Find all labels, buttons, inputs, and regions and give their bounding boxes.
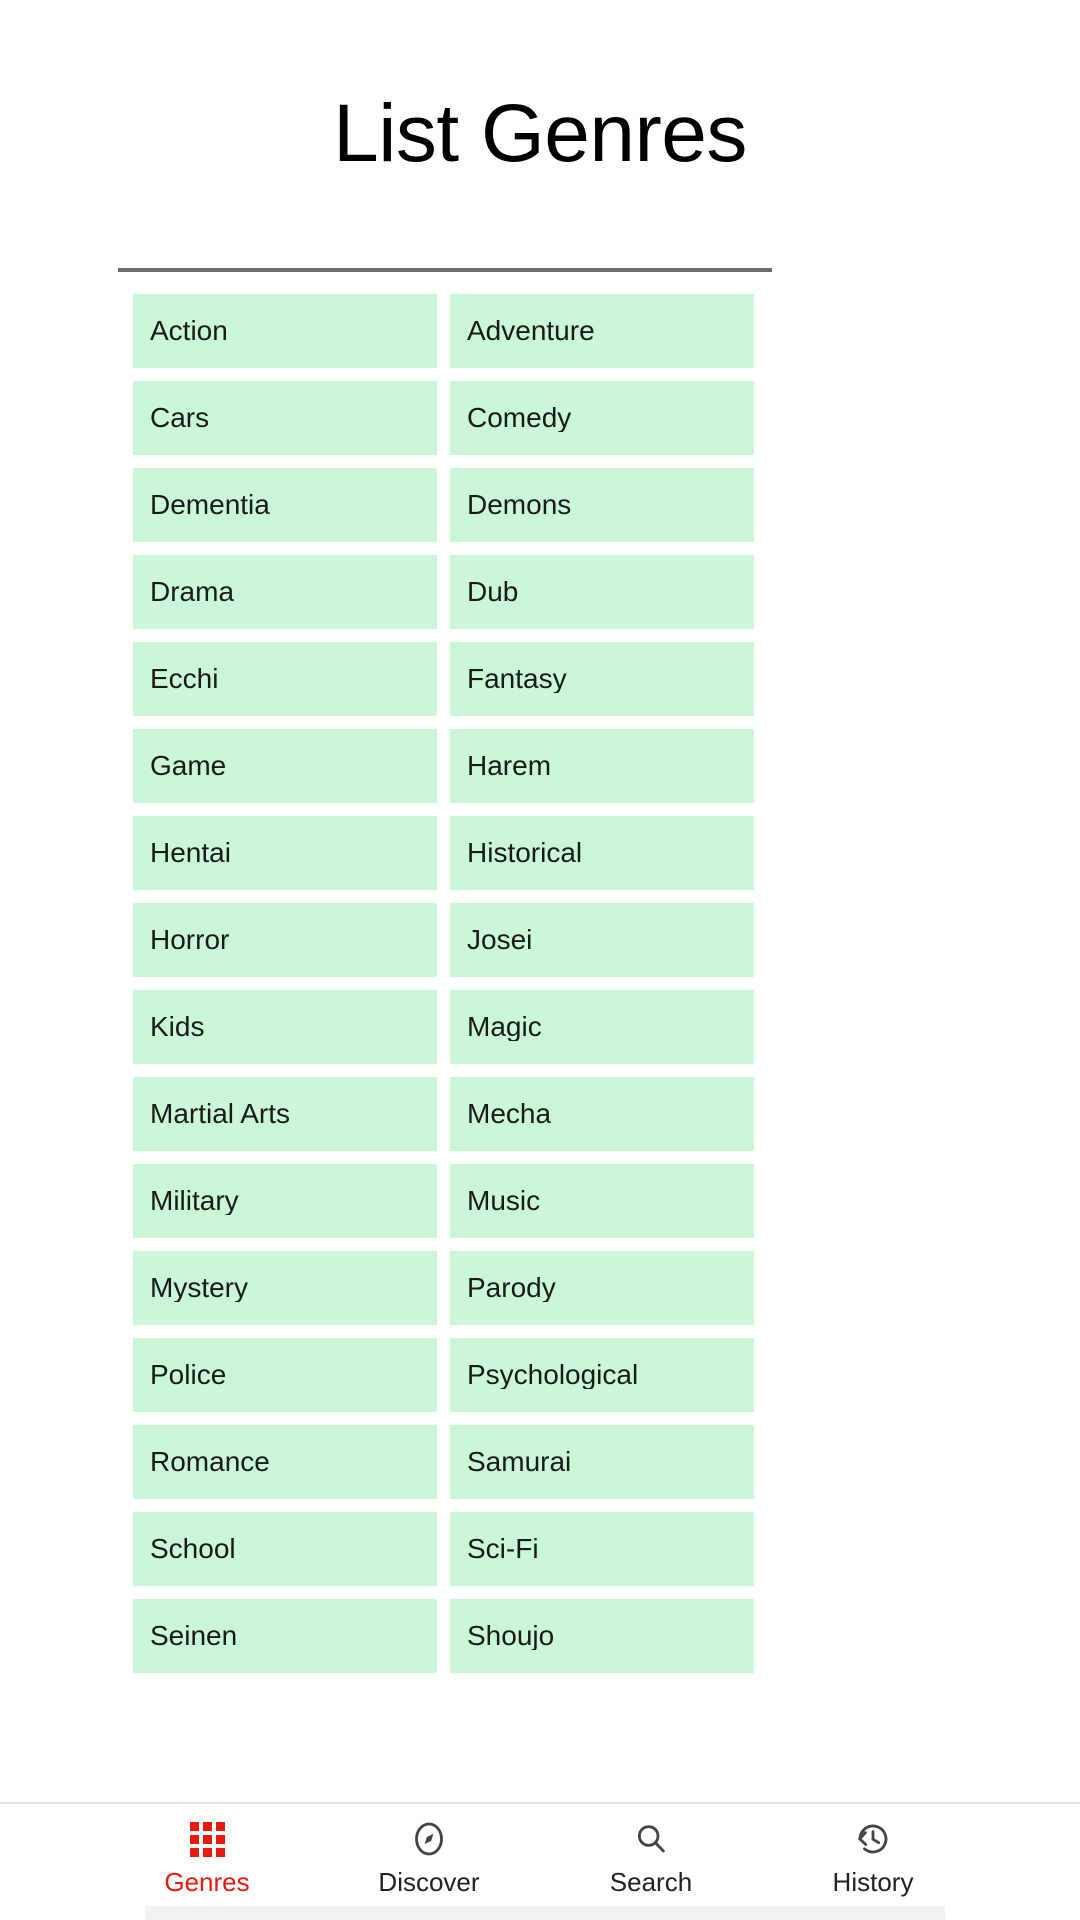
genre-chip-label: Action bbox=[150, 317, 228, 345]
genre-chip-label: Martial Arts bbox=[150, 1100, 291, 1128]
genre-chip[interactable]: Mystery bbox=[133, 1251, 437, 1325]
genre-chip-label: Drama bbox=[150, 578, 235, 606]
genre-chip-label: Music bbox=[467, 1187, 541, 1215]
genre-chip[interactable]: Action bbox=[133, 294, 437, 368]
genre-chip-label: Game bbox=[150, 752, 227, 780]
nav-item-genres[interactable]: Genres bbox=[96, 1804, 318, 1895]
genre-chip[interactable]: Police bbox=[133, 1338, 437, 1412]
genre-chip-label: Romance bbox=[150, 1448, 270, 1476]
genre-chip-label: Mecha bbox=[467, 1100, 552, 1128]
app-root: List Genres Action Adventure Cars Comedy Dem… bbox=[0, 0, 1080, 1920]
genre-chip-label: Adventure bbox=[467, 317, 595, 345]
header: List Genres bbox=[0, 0, 1080, 268]
genre-chip[interactable]: Mecha bbox=[450, 1077, 754, 1151]
genre-chip[interactable]: Drama bbox=[133, 555, 437, 629]
genre-chip[interactable]: Horror bbox=[133, 903, 437, 977]
grid-icon bbox=[186, 1818, 228, 1860]
genre-chip[interactable]: Ecchi bbox=[133, 642, 437, 716]
genre-chip[interactable]: Psychological bbox=[450, 1338, 754, 1412]
genre-chip-label: Psychological bbox=[467, 1361, 639, 1389]
genre-chip[interactable]: School bbox=[133, 1512, 437, 1586]
genre-chip-label: Josei bbox=[467, 926, 533, 954]
genre-chip[interactable]: Magic bbox=[450, 990, 754, 1064]
genre-chip[interactable]: Dementia bbox=[133, 468, 437, 542]
genre-chip-label: Horror bbox=[150, 926, 230, 954]
nav-item-label: Genres bbox=[164, 1867, 250, 1897]
genre-chip-label: Dementia bbox=[150, 491, 270, 519]
genre-grid: Action Adventure Cars Comedy Dementia Demons D… bbox=[0, 294, 1080, 1673]
genre-chip-label: Harem bbox=[467, 752, 552, 780]
genre-chip[interactable]: Shoujo bbox=[450, 1599, 754, 1673]
genre-chip[interactable]: Fantasy bbox=[450, 642, 754, 716]
nav-item-label: History bbox=[832, 1867, 914, 1897]
page-title: List Genres bbox=[333, 88, 747, 179]
genre-chip[interactable]: Demons bbox=[450, 468, 754, 542]
genre-chip[interactable]: Comedy bbox=[450, 381, 754, 455]
genre-chip-label: Historical bbox=[467, 839, 583, 867]
history-icon bbox=[852, 1818, 894, 1860]
genre-chip-label: Fantasy bbox=[467, 665, 567, 693]
genre-chip-label: School bbox=[150, 1535, 236, 1563]
genre-chip-label: Sci-Fi bbox=[467, 1535, 539, 1563]
genre-chip[interactable]: Military bbox=[133, 1164, 437, 1238]
genre-chip-label: Ecchi bbox=[150, 665, 219, 693]
nav-item-label: Discover bbox=[378, 1867, 480, 1897]
nav-item-label: Search bbox=[609, 1867, 693, 1897]
genre-chip-label: Demons bbox=[467, 491, 572, 519]
genre-chip-label: Military bbox=[150, 1187, 239, 1215]
nav-item-history[interactable]: History bbox=[762, 1804, 984, 1895]
genre-chip[interactable]: Harem bbox=[450, 729, 754, 803]
genre-chip[interactable]: Hentai bbox=[133, 816, 437, 890]
genre-chip-label: Seinen bbox=[150, 1622, 238, 1650]
bottom-navigation-bar: Genres Discover Search History bbox=[0, 1802, 1080, 1920]
genre-chip[interactable]: Seinen bbox=[133, 1599, 437, 1673]
genre-chip[interactable]: Samurai bbox=[450, 1425, 754, 1499]
genre-chip[interactable]: Sci-Fi bbox=[450, 1512, 754, 1586]
genre-chip-label: Mystery bbox=[150, 1274, 248, 1302]
nav-item-search[interactable]: Search bbox=[540, 1804, 762, 1895]
genre-chip-label: Dub bbox=[467, 578, 519, 606]
genre-chip[interactable]: Martial Arts bbox=[133, 1077, 437, 1151]
genre-chip-label: Kids bbox=[150, 1013, 205, 1041]
genre-chip[interactable]: Kids bbox=[133, 990, 437, 1064]
genre-chip-label: Comedy bbox=[467, 404, 572, 432]
genre-chip-label: Samurai bbox=[467, 1448, 572, 1476]
system-navigation-strip bbox=[145, 1906, 945, 1920]
genre-chip-label: Parody bbox=[467, 1274, 556, 1302]
genre-chip[interactable]: Dub bbox=[450, 555, 754, 629]
genre-chip[interactable]: Adventure bbox=[450, 294, 754, 368]
genre-chip[interactable]: Cars bbox=[133, 381, 437, 455]
genre-list-scroll[interactable]: Action Adventure Cars Comedy Dementia Demons D… bbox=[0, 272, 1080, 1802]
genre-chip-label: Shoujo bbox=[467, 1622, 555, 1650]
genre-chip-label: Hentai bbox=[150, 839, 231, 867]
nav-item-discover[interactable]: Discover bbox=[318, 1804, 540, 1895]
genre-chip[interactable]: Game bbox=[133, 729, 437, 803]
genre-chip-label: Cars bbox=[150, 404, 210, 432]
genre-chip-label: Magic bbox=[467, 1013, 542, 1041]
compass-icon bbox=[408, 1818, 450, 1860]
genre-chip-label: Police bbox=[150, 1361, 227, 1389]
genre-chip[interactable]: Parody bbox=[450, 1251, 754, 1325]
genre-chip[interactable]: Historical bbox=[450, 816, 754, 890]
genre-chip[interactable]: Music bbox=[450, 1164, 754, 1238]
search-icon bbox=[630, 1818, 672, 1860]
genre-chip[interactable]: Romance bbox=[133, 1425, 437, 1499]
genre-chip[interactable]: Josei bbox=[450, 903, 754, 977]
